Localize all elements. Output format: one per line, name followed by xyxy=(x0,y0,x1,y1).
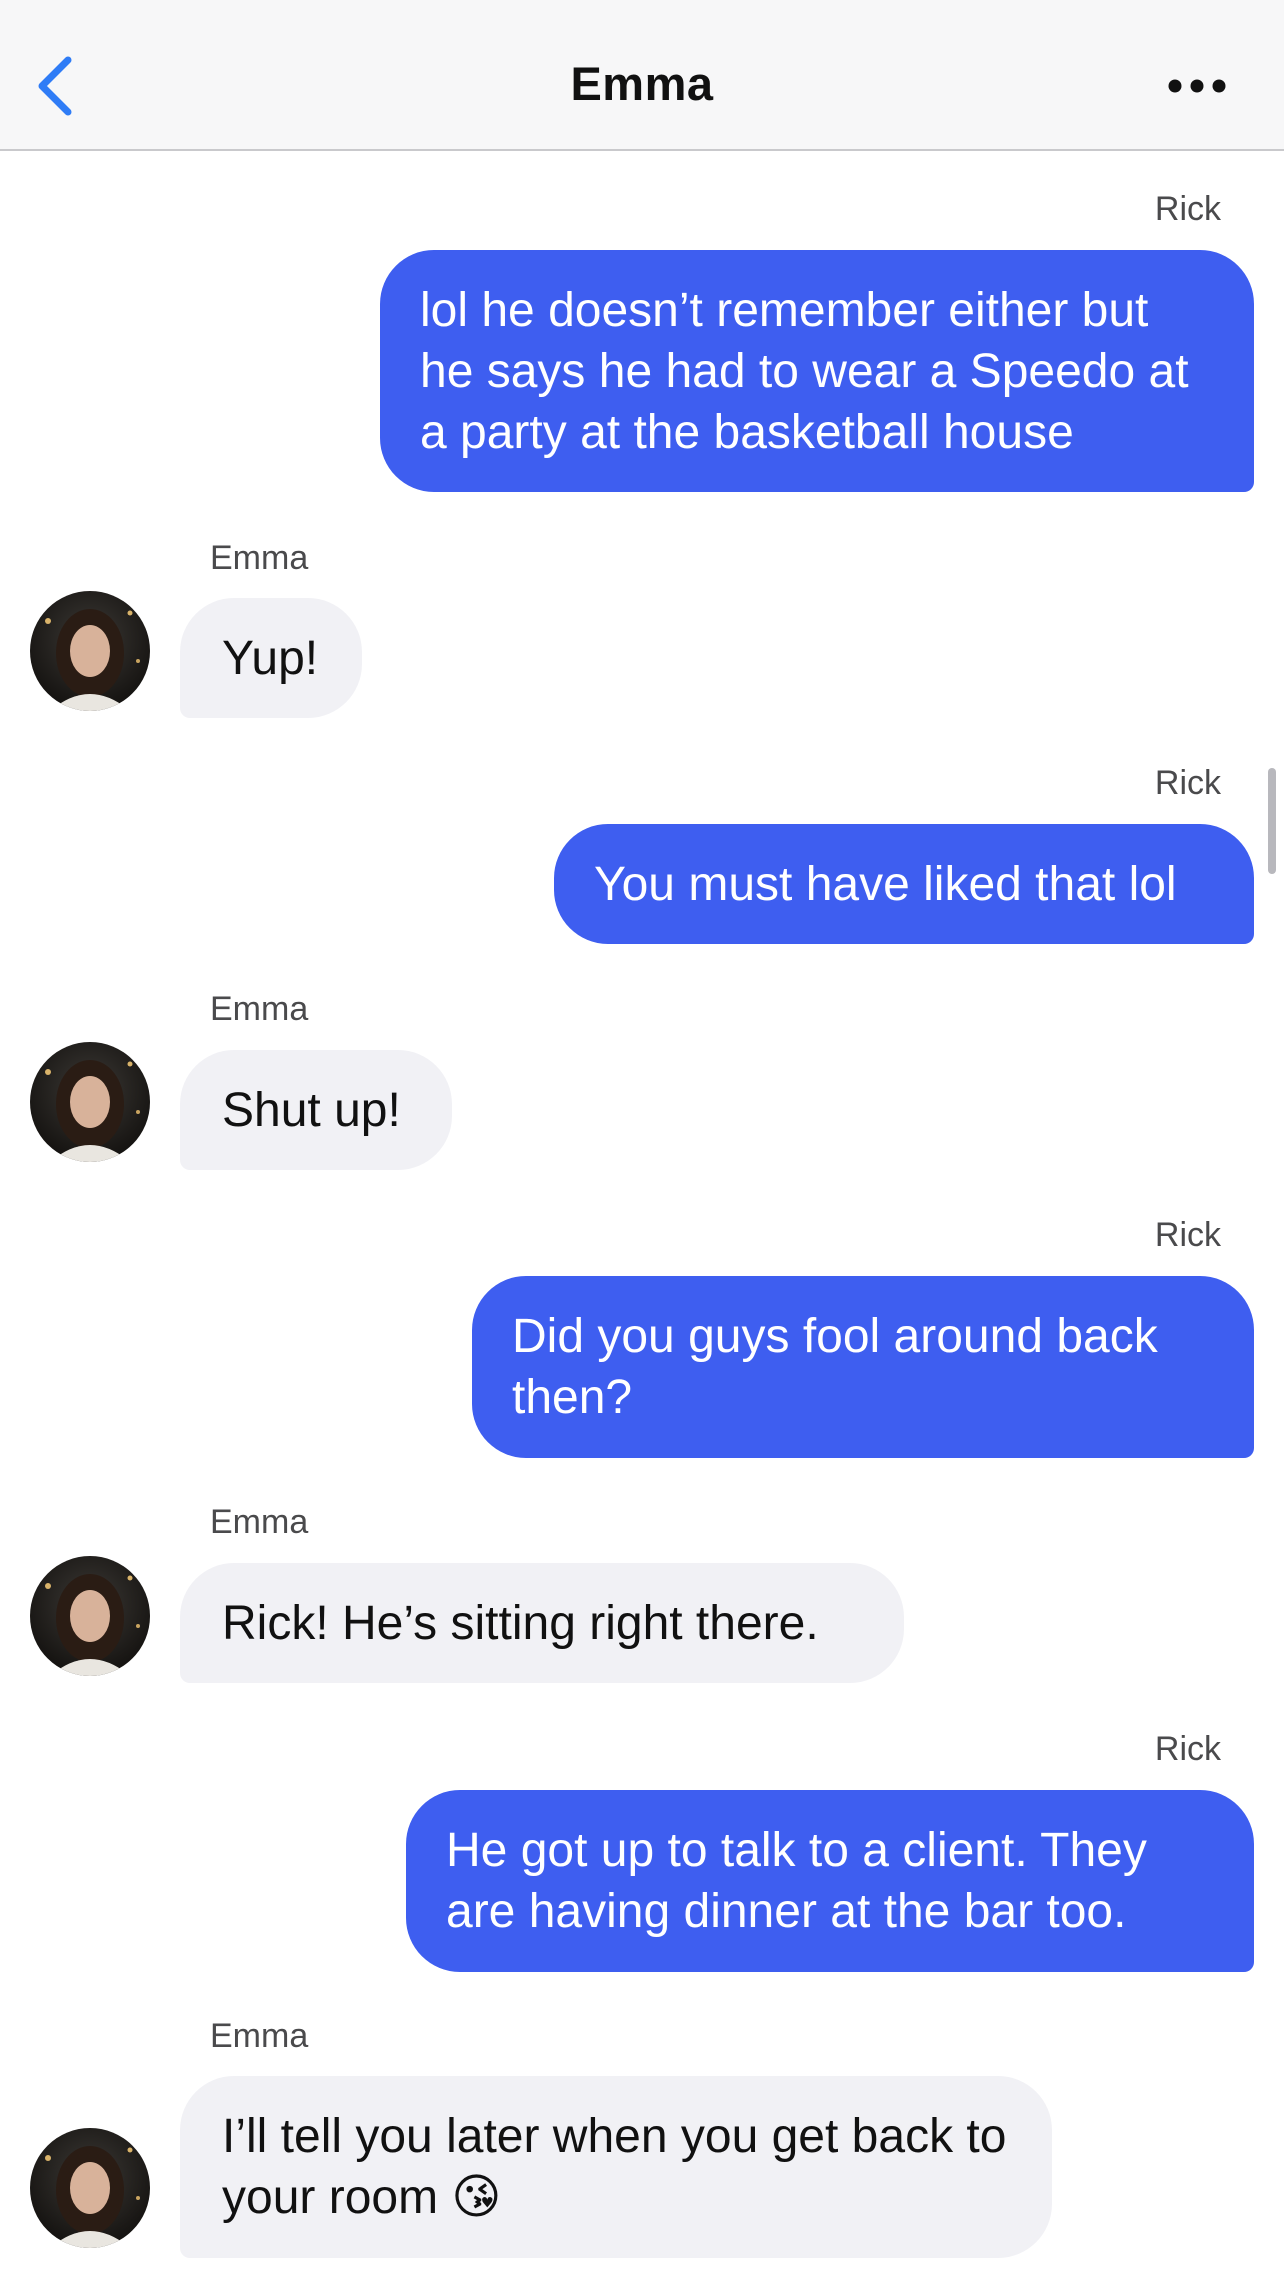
incoming-message-bubble[interactable]: I’ll tell you later when you get back to… xyxy=(180,2076,1052,2258)
sender-name: Rick xyxy=(1154,1730,1221,1768)
message-text: Yup! xyxy=(222,632,319,685)
avatar-photo xyxy=(30,1042,150,1162)
message-text: You must have liked that lol xyxy=(594,858,1177,911)
avatar[interactable] xyxy=(30,591,150,711)
message-text: Rick! He’s sitting right there. xyxy=(222,1597,819,1650)
message-text: He got up to talk to a client. They are … xyxy=(446,1824,1161,1938)
more-options-button[interactable] xyxy=(1160,66,1240,106)
scrollbar[interactable] xyxy=(1268,768,1276,874)
avatar-photo xyxy=(30,1556,150,1676)
incoming-message-bubble[interactable]: Rick! He’s sitting right there. xyxy=(180,1563,904,1683)
message-text: lol he doesn’t remember either but he sa… xyxy=(420,284,1202,459)
avatar-photo xyxy=(30,2128,150,2248)
incoming-message-bubble[interactable]: Shut up! xyxy=(180,1050,452,1170)
outgoing-message-bubble[interactable]: He got up to talk to a client. They are … xyxy=(406,1790,1254,1972)
outgoing-message-bubble[interactable]: You must have liked that lol xyxy=(554,824,1254,944)
sender-name: Emma xyxy=(210,1503,309,1541)
message-text: Did you guys fool around back then? xyxy=(512,1310,1172,1424)
conversation-title: Emma xyxy=(570,57,714,110)
avatar[interactable] xyxy=(30,1556,150,1676)
message-text: Shut up! xyxy=(222,1084,401,1137)
avatar-photo xyxy=(30,591,150,711)
outgoing-message-bubble[interactable]: lol he doesn’t remember either but he sa… xyxy=(380,250,1254,492)
sender-name: Rick xyxy=(1154,764,1221,802)
chat-header: Emma xyxy=(0,0,1284,151)
sender-name: Rick xyxy=(1154,190,1221,228)
outgoing-message-bubble[interactable]: Did you guys fool around back then? xyxy=(472,1276,1254,1458)
ellipsis-icon xyxy=(1168,79,1226,93)
sender-name: Rick xyxy=(1154,1216,1221,1254)
sender-name: Emma xyxy=(210,539,309,577)
avatar[interactable] xyxy=(30,2128,150,2248)
sender-name: Emma xyxy=(210,2017,309,2055)
sender-name: Emma xyxy=(210,990,309,1028)
avatar[interactable] xyxy=(30,1042,150,1162)
incoming-message-bubble[interactable]: Yup! xyxy=(180,598,362,718)
message-text: I’ll tell you later when you get back to… xyxy=(222,2110,1020,2224)
